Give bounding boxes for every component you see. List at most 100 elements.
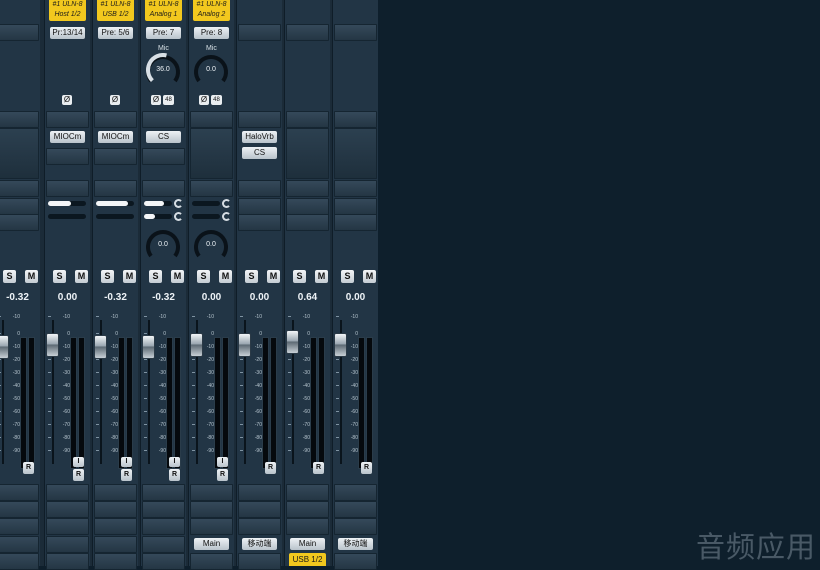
output-button[interactable]: Main — [290, 538, 325, 550]
insert-slot[interactable] — [238, 180, 281, 197]
send-level-bar[interactable] — [144, 201, 172, 206]
output-slot[interactable] — [46, 536, 89, 553]
insert-slot[interactable] — [94, 180, 137, 197]
bus-slot[interactable] — [190, 484, 233, 501]
solo-button[interactable]: S — [197, 270, 210, 283]
bus-slot[interactable] — [190, 518, 233, 535]
insert-slot[interactable] — [142, 148, 185, 165]
send-level-bar[interactable] — [192, 214, 220, 219]
fader-handle[interactable] — [238, 333, 251, 357]
plugin-miocm[interactable]: MIOCm — [98, 131, 133, 143]
input-monitor-button[interactable]: I — [73, 457, 84, 467]
bus-slot[interactable] — [0, 484, 39, 501]
send-level-bar[interactable] — [192, 201, 220, 206]
solo-button[interactable]: S — [53, 270, 66, 283]
insert-slot[interactable] — [190, 111, 233, 128]
record-button[interactable]: R — [313, 462, 324, 474]
send-pan-knob[interactable]: 0.0 — [192, 228, 230, 262]
fader-handle[interactable] — [334, 333, 347, 357]
insert-slot[interactable] — [334, 111, 377, 128]
input-slot-empty[interactable] — [238, 24, 281, 41]
assign-slot[interactable] — [0, 553, 39, 570]
preamp-button[interactable]: Pr:13/14 — [50, 27, 85, 39]
fader-handle[interactable] — [142, 334, 155, 359]
record-button[interactable]: R — [217, 469, 228, 481]
send-pan-ring[interactable] — [222, 199, 231, 208]
bus-slot[interactable] — [0, 501, 39, 518]
fader-handle[interactable] — [190, 333, 203, 357]
bus-slot[interactable] — [286, 501, 329, 518]
assign-slot[interactable] — [46, 553, 89, 570]
preamp-button[interactable]: Pre: 8 — [194, 27, 229, 39]
output-button[interactable]: 移动端 — [242, 538, 277, 550]
bus-slot[interactable] — [46, 501, 89, 518]
mute-button[interactable]: M — [315, 270, 328, 283]
fader-handle[interactable] — [286, 330, 299, 354]
mic-gain-knob[interactable]: 0.0 — [192, 53, 230, 87]
mute-button[interactable]: M — [123, 270, 136, 283]
input-slot-empty[interactable] — [334, 24, 377, 41]
bus-slot[interactable] — [286, 518, 329, 535]
phase-invert-button[interactable]: Ø — [110, 95, 120, 105]
record-button[interactable]: R — [169, 469, 180, 481]
send-slot[interactable] — [334, 214, 377, 231]
phase-invert-button[interactable]: Ø — [62, 95, 72, 105]
fader-handle[interactable] — [46, 333, 59, 357]
send-level-bar[interactable] — [48, 201, 86, 206]
insert-slot[interactable] — [94, 148, 137, 165]
solo-button[interactable]: S — [3, 270, 16, 283]
record-button[interactable]: R — [265, 462, 276, 474]
input-source-tag[interactable]: #1 ULN-8 USB 1/2 — [97, 0, 134, 21]
insert-slot[interactable] — [190, 180, 233, 197]
solo-button[interactable]: S — [101, 270, 114, 283]
assign-slot[interactable] — [238, 553, 281, 570]
bus-slot[interactable] — [94, 501, 137, 518]
bus-slot[interactable] — [238, 484, 281, 501]
send-level-bar[interactable] — [48, 214, 86, 219]
insert-area-empty[interactable] — [190, 128, 233, 179]
output-slot[interactable] — [94, 536, 137, 553]
bus-slot[interactable] — [0, 518, 39, 535]
record-button[interactable]: R — [73, 469, 84, 481]
bus-slot[interactable] — [142, 501, 185, 518]
record-button[interactable]: R — [361, 462, 372, 474]
insert-area-empty[interactable] — [286, 128, 329, 179]
bus-slot[interactable] — [334, 518, 377, 535]
send-slot[interactable] — [286, 214, 329, 231]
bus-slot[interactable] — [46, 484, 89, 501]
send-level-bar[interactable] — [96, 214, 134, 219]
bus-slot[interactable] — [142, 518, 185, 535]
output-button[interactable]: 移动端 — [338, 538, 373, 550]
send-slot[interactable] — [0, 214, 39, 231]
insert-slot[interactable] — [142, 111, 185, 128]
input-monitor-button[interactable]: I — [217, 457, 228, 467]
input-slot-empty[interactable] — [0, 24, 39, 41]
bus-slot[interactable] — [238, 501, 281, 518]
send-slot[interactable] — [238, 214, 281, 231]
insert-slot[interactable] — [46, 148, 89, 165]
fader-handle[interactable] — [0, 334, 9, 359]
insert-slot[interactable] — [286, 180, 329, 197]
input-source-tag[interactable]: #1 ULN-8 Analog 2 — [193, 0, 230, 21]
assign-slot[interactable] — [190, 553, 233, 570]
preamp-button[interactable]: Pre: 7 — [146, 27, 181, 39]
solo-button[interactable]: S — [293, 270, 306, 283]
bus-slot[interactable] — [94, 484, 137, 501]
insert-slot[interactable] — [142, 180, 185, 197]
insert-slot[interactable] — [334, 180, 377, 197]
bus-slot[interactable] — [238, 518, 281, 535]
assign-slot[interactable] — [94, 553, 137, 570]
insert-area-empty[interactable] — [0, 128, 39, 179]
mute-button[interactable]: M — [363, 270, 376, 283]
input-slot-empty[interactable] — [286, 24, 329, 41]
input-source-tag[interactable]: #1 ULN-8 Host 1/2 — [49, 0, 86, 21]
bus-slot[interactable] — [190, 501, 233, 518]
insert-slot[interactable] — [238, 111, 281, 128]
mute-button[interactable]: M — [171, 270, 184, 283]
plugin-cs[interactable]: CS — [242, 147, 277, 159]
send-slot[interactable] — [238, 198, 281, 215]
insert-slot[interactable] — [286, 111, 329, 128]
input-source-tag[interactable]: #1 ULN-8 Analog 1 — [145, 0, 182, 21]
preamp-button[interactable]: Pre: 5/6 — [98, 27, 133, 39]
bus-slot[interactable] — [46, 518, 89, 535]
